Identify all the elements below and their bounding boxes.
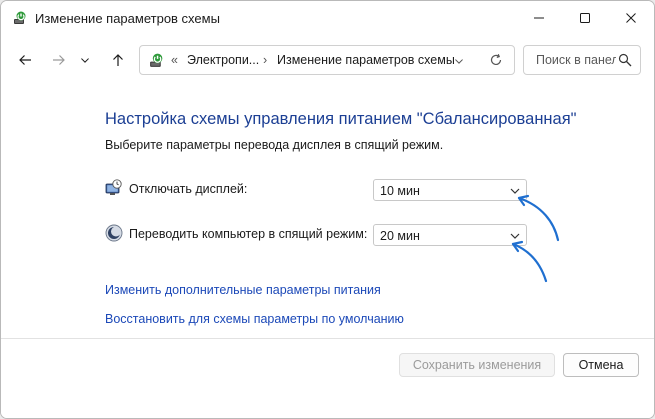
advanced-settings-link[interactable]: Изменить дополнительные параметры питани… xyxy=(105,283,381,297)
display-off-select[interactable]: 10 мин xyxy=(373,179,527,201)
power-options-icon xyxy=(150,53,163,67)
maximize-button[interactable] xyxy=(562,1,608,35)
up-button[interactable] xyxy=(104,46,132,74)
window-title: Изменение параметров схемы xyxy=(35,11,220,26)
main-content: Настройка схемы управления питанием "Сба… xyxy=(1,83,654,338)
breadcrumb-overflow[interactable]: « xyxy=(171,53,178,67)
display-off-label: Отключать дисплей: xyxy=(129,182,248,196)
breadcrumb-power-options[interactable]: Электропи... xyxy=(187,53,259,67)
chevron-down-icon xyxy=(81,58,89,63)
display-clock-icon xyxy=(105,179,122,195)
arrow-left-icon xyxy=(19,55,31,65)
breadcrumb-separator: › xyxy=(263,53,268,67)
sleep-label: Переводить компьютер в спящий режим: xyxy=(129,227,368,241)
footer: Сохранить изменения Отмена xyxy=(1,338,654,418)
close-button[interactable] xyxy=(608,1,654,35)
chevron-down-icon xyxy=(510,233,520,239)
search-placeholder[interactable]: Поиск в панели управления xyxy=(536,53,616,67)
chevron-down-icon xyxy=(510,188,520,194)
maximize-icon xyxy=(580,13,590,23)
breadcrumb-edit-plan[interactable]: Изменение параметров схемы xyxy=(277,53,455,67)
power-options-icon xyxy=(14,11,26,24)
title-bar: Изменение параметров схемы xyxy=(1,1,654,37)
page-subtitle: Выберите параметры перевода дисплея в сп… xyxy=(105,138,444,152)
back-button[interactable] xyxy=(11,46,39,74)
display-off-value: 10 мин xyxy=(380,184,420,198)
search-box[interactable]: Поиск в панели управления xyxy=(523,45,641,75)
refresh-icon[interactable] xyxy=(489,53,503,67)
sleep-moon-icon xyxy=(105,224,123,242)
address-bar[interactable]: « Электропи... › Изменение параметров сх… xyxy=(139,45,515,75)
restore-defaults-link[interactable]: Восстановить для схемы параметры по умол… xyxy=(105,312,404,326)
search-icon[interactable] xyxy=(618,53,632,67)
minimize-button[interactable] xyxy=(516,1,562,35)
minimize-icon xyxy=(534,17,544,19)
forward-button[interactable] xyxy=(45,46,73,74)
arrow-up-icon xyxy=(113,54,123,66)
navigation-bar: « Электропи... › Изменение параметров сх… xyxy=(1,37,654,83)
recent-locations-button[interactable] xyxy=(75,46,95,74)
sleep-select[interactable]: 20 мин xyxy=(373,224,527,246)
save-button[interactable]: Сохранить изменения xyxy=(399,353,555,377)
cancel-button[interactable]: Отмена xyxy=(563,353,639,377)
page-title: Настройка схемы управления питанием "Сба… xyxy=(105,110,577,128)
chevron-down-icon[interactable] xyxy=(454,56,464,66)
window: Изменение параметров схемы « Электропи..… xyxy=(0,0,655,419)
sleep-value: 20 мин xyxy=(380,229,420,243)
close-icon xyxy=(626,13,636,23)
arrow-right-icon xyxy=(53,55,65,65)
